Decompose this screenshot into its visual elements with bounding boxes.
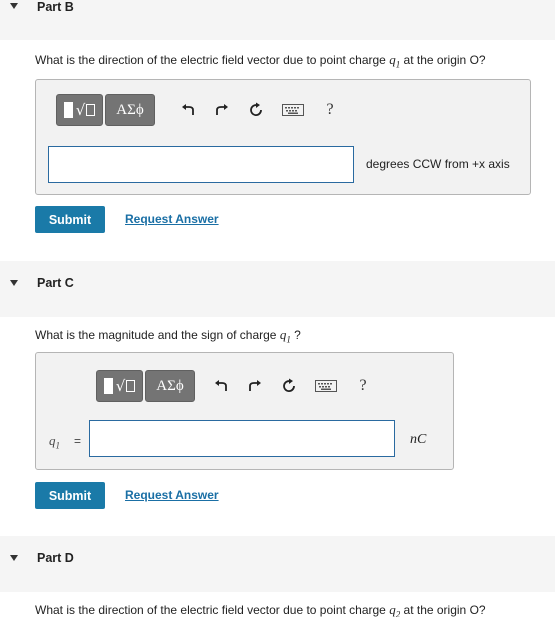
greek-symbols-button[interactable]: ΑΣϕ: [105, 94, 155, 126]
help-button[interactable]: ?: [319, 99, 341, 121]
part-c-request-answer-link[interactable]: Request Answer: [125, 488, 219, 502]
part-c-header[interactable]: Part C: [0, 261, 555, 317]
part-c-question: What is the magnitude and the sign of ch…: [35, 327, 301, 345]
redo-icon[interactable]: [211, 99, 233, 121]
part-d-header[interactable]: Part D: [0, 536, 555, 592]
equals-sign: =: [74, 434, 82, 448]
collapse-caret-icon[interactable]: [10, 280, 18, 286]
part-c-submit-button[interactable]: Submit: [35, 482, 105, 509]
part-b-answer-input[interactable]: [48, 146, 354, 183]
collapse-caret-icon[interactable]: [10, 3, 18, 9]
greek-symbols-button[interactable]: ΑΣϕ: [145, 370, 195, 402]
part-b-math-toolbar: √ ΑΣϕ ?: [56, 94, 341, 126]
part-b-question: What is the direction of the electric fi…: [35, 52, 486, 70]
part-c-answer-box: √ ΑΣϕ ? q1 = nC: [35, 352, 454, 470]
q1-variable-label: q1: [49, 433, 60, 451]
templates-button[interactable]: √: [96, 370, 143, 402]
keyboard-icon[interactable]: [279, 99, 307, 121]
reset-icon[interactable]: [245, 99, 267, 121]
part-d-question: What is the direction of the electric fi…: [35, 602, 486, 617]
redo-icon[interactable]: [244, 375, 266, 397]
part-b-unit-label: degrees CCW from +x axis: [366, 157, 510, 171]
part-c-unit-label: nC: [410, 432, 427, 447]
part-b-header[interactable]: Part B: [0, 0, 555, 40]
collapse-caret-icon[interactable]: [10, 555, 18, 561]
part-c-math-toolbar: √ ΑΣϕ ?: [96, 370, 374, 402]
templates-button[interactable]: √: [56, 94, 103, 126]
part-b-request-answer-link[interactable]: Request Answer: [125, 212, 219, 226]
part-b-submit-button[interactable]: Submit: [35, 206, 105, 233]
part-b-answer-box: √ ΑΣϕ ? degrees CCW from +x axis: [35, 79, 531, 195]
undo-icon[interactable]: [210, 375, 232, 397]
part-c-answer-input[interactable]: [89, 420, 395, 457]
reset-icon[interactable]: [278, 375, 300, 397]
keyboard-icon[interactable]: [312, 375, 340, 397]
help-button[interactable]: ?: [352, 375, 374, 397]
part-c-title: Part C: [37, 276, 74, 290]
part-b-title: Part B: [37, 0, 74, 14]
part-d-title: Part D: [37, 551, 74, 565]
undo-icon[interactable]: [177, 99, 199, 121]
